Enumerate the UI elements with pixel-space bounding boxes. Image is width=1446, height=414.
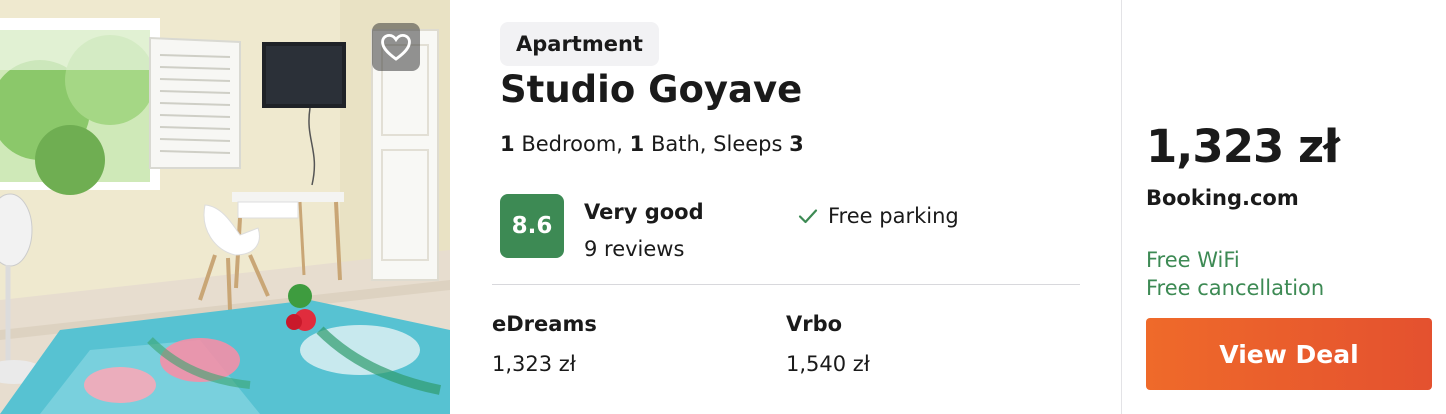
deal-price: 1,323 zł (1146, 120, 1340, 173)
checkmark-icon (798, 209, 818, 224)
deal-feature-cancellation: Free cancellation (1146, 276, 1325, 300)
listing-title[interactable]: Studio Goyave (500, 68, 802, 111)
review-count[interactable]: 9 reviews (584, 237, 684, 261)
provider-price: 1,323 zł (492, 352, 576, 376)
provider-name: eDreams (492, 312, 597, 336)
divider (492, 284, 1080, 285)
best-deal-panel: 1,323 zł Booking.com Free WiFi Free canc… (1146, 0, 1436, 414)
amenity-free-parking: Free parking (796, 204, 959, 228)
deal-site: Booking.com (1146, 186, 1299, 210)
bedroom-label: Bedroom, (521, 132, 623, 156)
property-type-badge: Apartment (500, 22, 659, 66)
provider-name: Vrbo (786, 312, 843, 336)
amenity-label: Free parking (828, 204, 959, 228)
column-divider (1121, 0, 1122, 414)
favorite-button[interactable] (372, 23, 420, 71)
provider-offer[interactable]: eDreams 1,323 zł (492, 312, 597, 376)
view-deal-button[interactable]: View Deal (1146, 318, 1432, 390)
rating-score-badge: 8.6 (500, 194, 564, 258)
heart-outline-icon (381, 33, 411, 61)
listing-specs: 1 Bedroom, 1 Bath, Sleeps 3 (500, 132, 804, 156)
listing-photo[interactable] (0, 0, 450, 414)
listing-info: Apartment Studio Goyave 1 Bedroom, 1 Bat… (450, 0, 1120, 414)
listing-card: Apartment Studio Goyave 1 Bedroom, 1 Bat… (0, 0, 1446, 414)
provider-price: 1,540 zł (786, 352, 870, 376)
bedroom-count: 1 (500, 132, 515, 156)
bath-sleeps-label: Bath, Sleeps (650, 132, 783, 156)
rating-label: Very good (584, 200, 704, 224)
bath-count: 1 (629, 132, 645, 156)
sleeps-count: 3 (789, 132, 804, 156)
provider-offer[interactable]: Vrbo 1,540 zł (786, 312, 870, 376)
deal-feature-wifi: Free WiFi (1146, 248, 1240, 272)
